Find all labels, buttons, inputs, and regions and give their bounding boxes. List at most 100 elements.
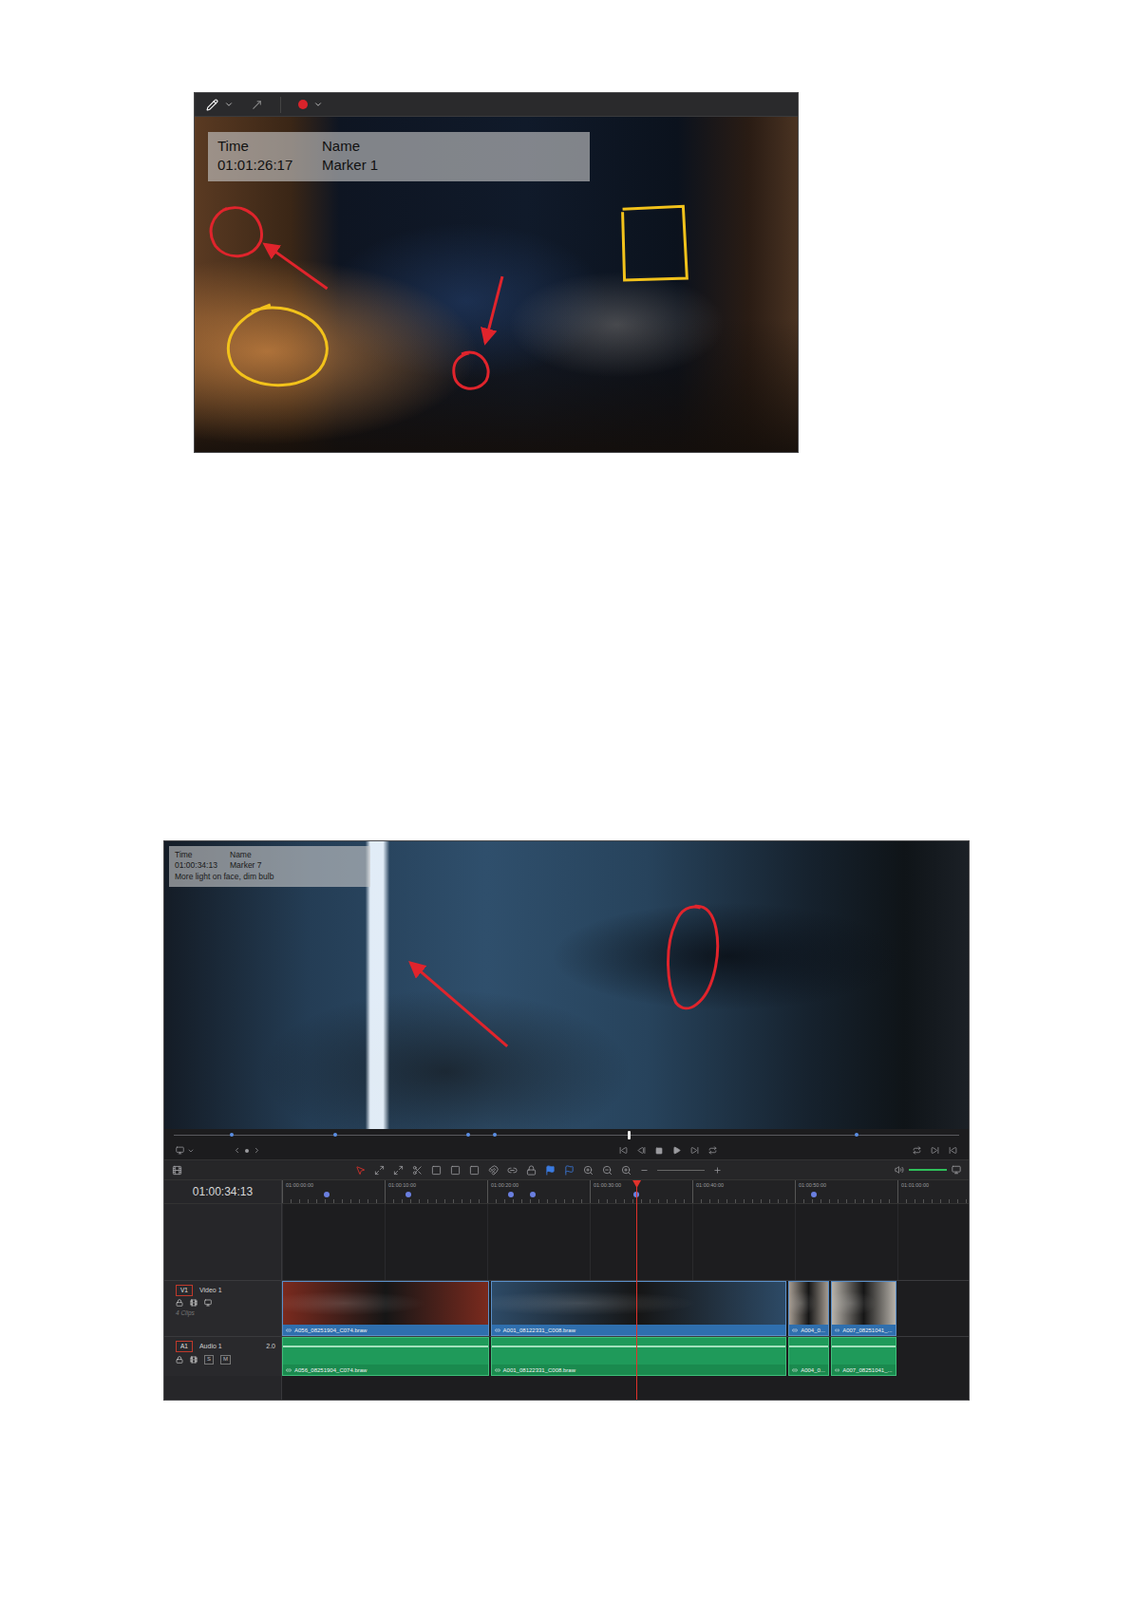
- lock-icon[interactable]: [175, 1299, 184, 1307]
- marker-icon[interactable]: [564, 1165, 575, 1176]
- timeline-marker[interactable]: [529, 1191, 536, 1198]
- annotation-toolbar: [194, 93, 798, 117]
- ruler-tick: 01:00:10:00: [384, 1180, 488, 1204]
- loop-icon[interactable]: [708, 1146, 717, 1155]
- audio-clip[interactable]: A004_0...: [788, 1337, 830, 1377]
- selection-icon[interactable]: [355, 1165, 366, 1176]
- chevron-down-icon[interactable]: [313, 99, 323, 110]
- zoom-slider[interactable]: [657, 1169, 705, 1171]
- track-button[interactable]: M: [220, 1355, 231, 1365]
- reverse-icon[interactable]: [637, 1146, 646, 1155]
- previous-clip-icon[interactable]: [948, 1146, 958, 1155]
- dynamic-trim-icon[interactable]: [393, 1165, 404, 1176]
- track-visibility-icon[interactable]: [204, 1299, 212, 1307]
- audio-clip[interactable]: A056_08251904_C074.braw: [282, 1337, 490, 1377]
- track-badge[interactable]: A1: [175, 1340, 193, 1353]
- video-clip[interactable]: A007_08251041_...: [830, 1281, 897, 1337]
- track-button[interactable]: S: [204, 1355, 214, 1365]
- audio-clip[interactable]: A007_08251041_...: [830, 1337, 897, 1377]
- ruler-tick: 01:00:40:00: [692, 1180, 795, 1204]
- video-frame: TimeName01:01:26:17Marker 1: [194, 116, 798, 453]
- audio-clip[interactable]: A001_08122331_C008.braw: [490, 1337, 788, 1377]
- audio-meter-icon[interactable]: [951, 1165, 962, 1175]
- lock-icon[interactable]: [175, 1356, 184, 1364]
- clip-thumbnail: [491, 1282, 787, 1325]
- next-icon[interactable]: [252, 1146, 262, 1155]
- link-icon: [285, 1367, 292, 1374]
- loop-mode-icon[interactable]: [912, 1146, 922, 1155]
- scrubber-marker[interactable]: [492, 1132, 497, 1137]
- clip-label: A056_08251904_C074.braw: [283, 1324, 489, 1336]
- video-lane: A056_08251904_C074.brawA001_08122331_C00…: [282, 1280, 969, 1337]
- pen-icon[interactable]: [206, 98, 219, 112]
- empty-tracks: [282, 1204, 969, 1281]
- video-clip[interactable]: A004_0...: [788, 1281, 830, 1337]
- auto-select-icon[interactable]: [189, 1299, 198, 1307]
- scrubber[interactable]: [164, 1129, 969, 1142]
- volume-icon[interactable]: [894, 1165, 905, 1175]
- name-label: Name: [229, 849, 365, 861]
- flag-icon[interactable]: [545, 1165, 556, 1176]
- zoom-out-icon[interactable]: [640, 1166, 649, 1175]
- timeline-ruler[interactable]: 01:00:00:0001:00:10:0001:00:20:0001:00:3…: [282, 1180, 969, 1205]
- scrubber-marker[interactable]: [333, 1132, 338, 1137]
- chevron-down-icon[interactable]: [224, 99, 234, 110]
- video-clip[interactable]: A001_08122331_C008.braw: [490, 1281, 788, 1337]
- track-name: Audio 1: [199, 1342, 260, 1350]
- timeline-marker[interactable]: [811, 1191, 817, 1198]
- audio-lane: A056_08251904_C074.brawA001_08122331_C00…: [282, 1336, 969, 1377]
- play-icon[interactable]: [672, 1146, 681, 1155]
- time-label: Time: [174, 849, 230, 861]
- color-swatch[interactable]: [298, 99, 308, 110]
- overwrite-icon[interactable]: [450, 1165, 461, 1176]
- ruler-tick: 01:01:00:00: [897, 1180, 969, 1204]
- linked-selection-icon[interactable]: [507, 1165, 518, 1176]
- clip-label: A007_08251041_...: [831, 1364, 896, 1376]
- clip-label: A007_08251041_...: [831, 1324, 896, 1336]
- track-name: Video 1: [199, 1286, 276, 1294]
- link-icon: [494, 1367, 501, 1374]
- scrubber-marker[interactable]: [854, 1132, 859, 1137]
- replace-icon[interactable]: [469, 1165, 480, 1176]
- next-clip-icon[interactable]: [930, 1146, 940, 1155]
- insert-icon[interactable]: [431, 1165, 442, 1176]
- waveform: [491, 1338, 787, 1365]
- blade-icon[interactable]: [412, 1165, 423, 1176]
- clip-thumbnail: [283, 1282, 489, 1325]
- viewer-mode-icon[interactable]: [175, 1146, 185, 1155]
- volume-slider[interactable]: [908, 1169, 947, 1171]
- chevron-down-icon[interactable]: [187, 1147, 195, 1155]
- scrubber-marker[interactable]: [466, 1132, 471, 1137]
- timeline-view-icon[interactable]: [171, 1165, 183, 1176]
- channel-format: 2.0: [265, 1342, 276, 1350]
- annotation-viewer: TimeName01:01:26:17Marker 1: [193, 92, 799, 453]
- clip-thumbnail: [831, 1282, 896, 1325]
- clip-label: A004_0...: [789, 1364, 829, 1376]
- go-to-start-icon[interactable]: [619, 1146, 628, 1155]
- trim-icon[interactable]: [374, 1165, 385, 1176]
- snapping-icon[interactable]: [488, 1165, 499, 1176]
- zoom-full-icon[interactable]: [583, 1165, 594, 1176]
- timeline: 01:00:34:13V1Video 14 ClipsA1Audio 12.0S…: [164, 1180, 969, 1400]
- auto-select-icon[interactable]: [189, 1356, 198, 1364]
- arrow-tool-icon[interactable]: [250, 98, 264, 112]
- toolbar-separator: [280, 96, 282, 114]
- scrubber-playhead[interactable]: [627, 1131, 631, 1140]
- track-badge[interactable]: V1: [175, 1284, 193, 1297]
- timeline-marker[interactable]: [405, 1191, 412, 1198]
- timeline-marker[interactable]: [508, 1191, 514, 1198]
- zoom-custom-icon[interactable]: [621, 1165, 632, 1176]
- link-icon: [792, 1327, 798, 1334]
- ruler-tick: 01:00:30:00: [589, 1180, 693, 1204]
- go-to-end-icon[interactable]: [690, 1146, 699, 1155]
- zoom-in-icon[interactable]: [713, 1166, 722, 1175]
- center-dot[interactable]: [245, 1149, 249, 1153]
- playhead[interactable]: [636, 1180, 638, 1400]
- scrubber-marker[interactable]: [229, 1132, 234, 1137]
- video-clip[interactable]: A056_08251904_C074.braw: [282, 1281, 490, 1337]
- timeline-marker[interactable]: [323, 1191, 330, 1198]
- zoom-detail-icon[interactable]: [602, 1165, 613, 1176]
- stop-icon[interactable]: [655, 1147, 663, 1155]
- position-lock-icon[interactable]: [526, 1165, 537, 1176]
- previous-icon[interactable]: [232, 1146, 242, 1155]
